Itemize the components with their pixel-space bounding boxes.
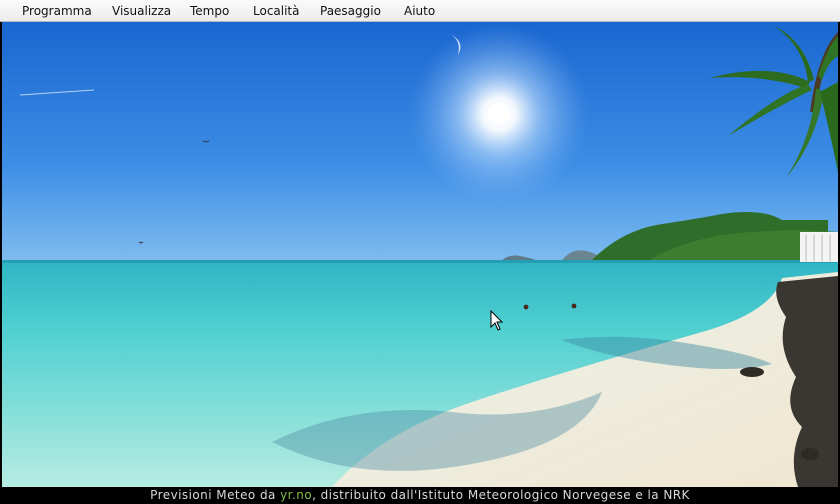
menu-paesaggio[interactable]: Paesaggio <box>320 4 381 18</box>
menu-aiuto[interactable]: Aiuto <box>404 4 435 18</box>
attribution-footer: Previsioni Meteo da yr.no, distribuito d… <box>0 487 840 504</box>
swimmer <box>523 304 529 310</box>
yr-link[interactable]: yr.no <box>280 488 312 502</box>
sun-icon <box>488 103 510 125</box>
landscape-view <box>2 22 838 487</box>
menu-programma[interactable]: Programma <box>22 4 92 18</box>
beach-landscape-image <box>2 22 838 487</box>
footer-prefix: Previsioni Meteo da <box>150 488 281 502</box>
rock <box>801 448 819 460</box>
menu-tempo[interactable]: Tempo <box>190 4 229 18</box>
menu-localita[interactable]: Località <box>253 4 300 18</box>
swimmer <box>571 303 577 309</box>
horizon-line <box>2 260 838 263</box>
footer-suffix: , distribuito dall'Istituto Meteorologic… <box>312 488 690 502</box>
menu-visualizza[interactable]: Visualizza <box>112 4 171 18</box>
rock <box>740 367 764 377</box>
mouse-cursor-icon <box>490 310 504 331</box>
menu-bar: Programma Visualizza Tempo Località Paes… <box>0 0 840 22</box>
